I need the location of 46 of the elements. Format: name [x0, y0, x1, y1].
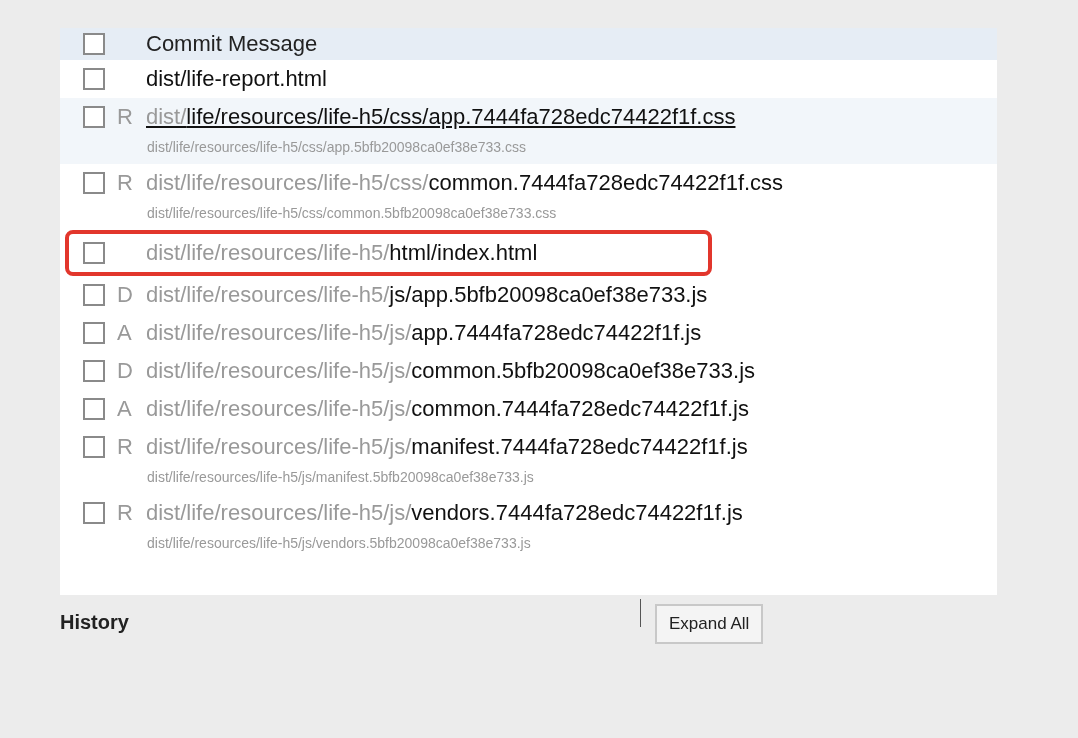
old-file-path: dist/life/resources/life-h5/css/app.5bfb20098ca0ef38e733.css — [146, 138, 527, 157]
checkbox[interactable] — [83, 360, 105, 382]
file-path: dist/life/resources/life-h5/js/vendors.7444fa728edc74422f1f.js — [146, 500, 743, 526]
checkbox[interactable] — [83, 436, 105, 458]
status-letter: R — [117, 170, 133, 195]
file-row[interactable]: dist/life/resources/life-h5/html/index.html — [60, 230, 997, 276]
checkbox[interactable] — [83, 106, 105, 128]
checkbox[interactable] — [83, 322, 105, 344]
file-row[interactable]: R dist/life/resources/life-h5/css/common.7444fa728edc74422f1f.css dist/life/resources/life-h5/css/common.5bfb20098ca0ef38e733.css — [60, 164, 997, 230]
file-row[interactable]: A dist/life/resources/life-h5/js/common.7444fa728edc74422f1f.js — [60, 390, 997, 428]
status-letter: A — [117, 320, 132, 345]
file-path: dist/life/resources/life-h5/js/app.7444fa728edc74422f1f.js — [146, 320, 702, 346]
file-row[interactable]: D dist/life/resources/life-h5/js/app.5bfb20098ca0ef38e733.js — [60, 276, 997, 314]
checkbox[interactable] — [83, 33, 105, 55]
old-file-path: dist/life/resources/life-h5/css/common.5bfb20098ca0ef38e733.css — [146, 204, 558, 223]
old-file-path: dist/life/resources/life-h5/js/vendors.5bfb20098ca0ef38e733.js — [146, 534, 532, 553]
checkbox[interactable] — [83, 284, 105, 306]
status-letter: R — [117, 104, 133, 129]
checkbox[interactable] — [83, 68, 105, 90]
checkbox[interactable] — [83, 398, 105, 420]
checkbox[interactable] — [83, 172, 105, 194]
file-path: dist/life/resources/life-h5/css/app.7444fa728edc74422f1f.css — [146, 104, 736, 130]
file-path: dist/life/resources/life-h5/html/index.html — [146, 240, 538, 266]
file-path: dist/life/resources/life-h5/js/app.5bfb20098ca0ef38e733.js — [146, 282, 708, 308]
history-label: History — [60, 610, 130, 634]
file-row[interactable]: R dist/life/resources/life-h5/css/app.7444fa728edc74422f1f.css dist/life/resources/life-h5/css/app.5bfb20098ca0ef38e733.css — [60, 98, 997, 164]
file-path: dist/life/resources/life-h5/css/common.7444fa728edc74422f1f.css — [146, 170, 784, 196]
status-letter: D — [117, 358, 133, 383]
status-letter: A — [117, 396, 132, 421]
file-path: dist/life-report.html — [146, 66, 327, 92]
checkbox[interactable] — [83, 502, 105, 524]
file-path: dist/life/resources/life-h5/js/common.5bfb20098ca0ef38e733.js — [146, 358, 756, 384]
file-row[interactable]: R dist/life/resources/life-h5/js/manifest.7444fa728edc74422f1f.js dist/life/resources/life-h5/js/manifest.5bfb20098ca0ef38e733.js — [60, 428, 997, 494]
commit-message-label: Commit Message — [146, 31, 318, 57]
file-row[interactable]: D dist/life/resources/life-h5/js/common.5bfb20098ca0ef38e733.js — [60, 352, 997, 390]
status-letter: R — [117, 434, 133, 459]
status-letter: R — [117, 500, 133, 525]
checkbox[interactable] — [83, 242, 105, 264]
file-row[interactable]: A dist/life/resources/life-h5/js/app.7444fa728edc74422f1f.js — [60, 314, 997, 352]
file-path: dist/life/resources/life-h5/js/manifest.7444fa728edc74422f1f.js — [146, 434, 748, 460]
expand-all-button[interactable]: Expand All — [655, 604, 764, 644]
status-letter: D — [117, 282, 133, 307]
file-row[interactable]: R dist/life/resources/life-h5/js/vendors.7444fa728edc74422f1f.js dist/life/resources/life-h5/js/vendors.5bfb20098ca0ef38e733.js — [60, 494, 997, 560]
file-path: dist/life/resources/life-h5/js/common.7444fa728edc74422f1f.js — [146, 396, 749, 422]
old-file-path: dist/life/resources/life-h5/js/manifest.5bfb20098ca0ef38e733.js — [146, 468, 535, 487]
file-row[interactable]: dist/life-report.html — [60, 60, 997, 98]
